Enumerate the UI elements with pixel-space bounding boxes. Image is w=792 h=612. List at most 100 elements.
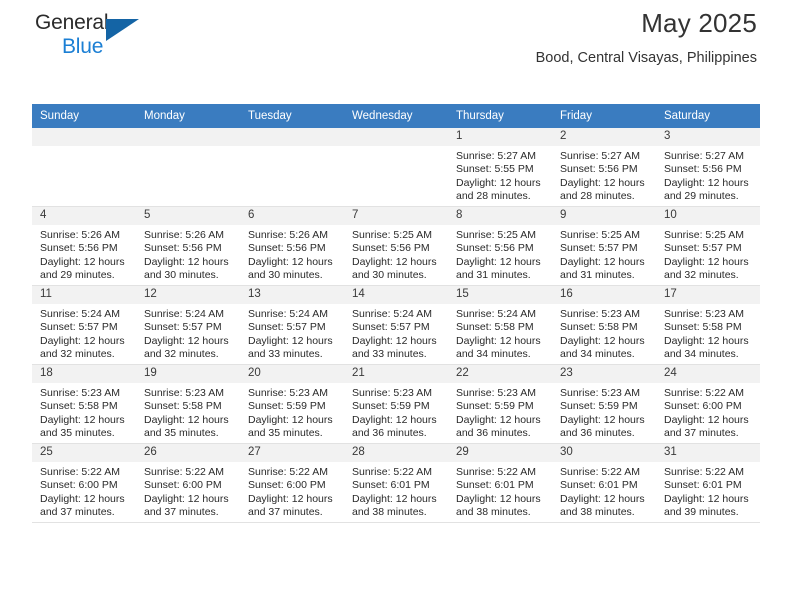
calendar-day-cell[interactable]: 29 Sunrise: 5:22 AM Sunset: 6:01 PM Dayligh… [448, 443, 552, 523]
day-cell-inner: 23 Sunrise: 5:23 AM Sunset: 5:59 PM Dayligh… [552, 365, 656, 443]
daylight-text-line2: and 28 minutes. [456, 190, 531, 203]
day-cell-inner: 27 Sunrise: 5:22 AM Sunset: 6:00 PM Dayligh… [240, 444, 344, 522]
sunset-text: Sunset: 5:58 PM [456, 321, 534, 334]
calendar-day-cell[interactable]: 2 Sunrise: 5:27 AM Sunset: 5:56 PM Daylight… [552, 128, 656, 207]
sunset-text: Sunset: 5:56 PM [144, 242, 222, 255]
calendar-day-cell[interactable]: 9 Sunrise: 5:25 AM Sunset: 5:57 PM Daylight… [552, 206, 656, 286]
day-number: 15 [448, 286, 552, 304]
calendar-day-cell[interactable]: 15 Sunrise: 5:24 AM Sunset: 5:58 PM Dayligh… [448, 285, 552, 365]
day-cell-inner: 15 Sunrise: 5:24 AM Sunset: 5:58 PM Dayligh… [448, 286, 552, 364]
daylight-text-line2: and 35 minutes. [144, 427, 219, 440]
calendar-day-cell[interactable]: 30 Sunrise: 5:22 AM Sunset: 6:01 PM Dayligh… [552, 443, 656, 523]
calendar-day-cell[interactable]: 20 Sunrise: 5:23 AM Sunset: 5:59 PM Dayligh… [240, 364, 344, 444]
sunset-text: Sunset: 5:57 PM [40, 321, 118, 334]
sunset-text: Sunset: 6:01 PM [352, 479, 430, 492]
day-info: Sunrise: 5:23 AM Sunset: 5:59 PM Daylight:… [552, 383, 656, 441]
calendar-day-cell[interactable]: 16 Sunrise: 5:23 AM Sunset: 5:58 PM Dayligh… [552, 285, 656, 365]
daylight-text-line1: Daylight: 12 hours [248, 255, 333, 268]
calendar-day-cell[interactable]: 3 Sunrise: 5:27 AM Sunset: 5:56 PM Daylight… [656, 128, 760, 207]
calendar-day-cell[interactable]: 26 Sunrise: 5:22 AM Sunset: 6:00 PM Dayligh… [136, 443, 240, 523]
daylight-text-line1: Daylight: 12 hours [456, 334, 541, 347]
day-info: Sunrise: 5:22 AM Sunset: 6:00 PM Daylight:… [136, 462, 240, 520]
brand-logo[interactable]: General Blue [35, 12, 175, 64]
calendar-day-cell[interactable]: 19 Sunrise: 5:23 AM Sunset: 5:58 PM Dayligh… [136, 364, 240, 444]
day-info: Sunrise: 5:25 AM Sunset: 5:57 PM Daylight:… [552, 225, 656, 283]
calendar-day-cell[interactable]: 7 Sunrise: 5:25 AM Sunset: 5:56 PM Daylight… [344, 206, 448, 286]
calendar-day-cell[interactable]: 22 Sunrise: 5:23 AM Sunset: 5:59 PM Dayligh… [448, 364, 552, 444]
daylight-text-line1: Daylight: 12 hours [144, 413, 229, 426]
daylight-text-line1: Daylight: 12 hours [664, 492, 749, 505]
daylight-text-line1: Daylight: 12 hours [352, 255, 437, 268]
calendar-day-cell[interactable]: 27 Sunrise: 5:22 AM Sunset: 6:00 PM Dayligh… [240, 443, 344, 523]
sunrise-text: Sunrise: 5:24 AM [40, 308, 120, 320]
calendar-day-cell[interactable]: 5 Sunrise: 5:26 AM Sunset: 5:56 PM Daylight… [136, 206, 240, 286]
day-cell-inner [344, 128, 448, 206]
calendar-day-cell[interactable]: 18 Sunrise: 5:23 AM Sunset: 5:58 PM Dayligh… [32, 364, 136, 444]
calendar-day-cell[interactable]: 17 Sunrise: 5:23 AM Sunset: 5:58 PM Dayligh… [656, 285, 760, 365]
day-info: Sunrise: 5:23 AM Sunset: 5:59 PM Daylight:… [344, 383, 448, 441]
calendar-page: General Blue May 2025 Bood, Central Visa… [0, 0, 792, 612]
calendar-day-cell[interactable]: 1 Sunrise: 5:27 AM Sunset: 5:55 PM Daylight… [448, 128, 552, 207]
sunset-text: Sunset: 5:56 PM [560, 163, 638, 176]
daylight-text-line1: Daylight: 12 hours [664, 334, 749, 347]
calendar-day-cell[interactable]: 6 Sunrise: 5:26 AM Sunset: 5:56 PM Daylight… [240, 206, 344, 286]
day-number: 11 [32, 286, 136, 304]
day-cell-inner: 31 Sunrise: 5:22 AM Sunset: 6:01 PM Dayligh… [656, 444, 760, 522]
day-cell-inner: 2 Sunrise: 5:27 AM Sunset: 5:56 PM Daylight… [552, 128, 656, 206]
sunset-text: Sunset: 5:59 PM [248, 400, 326, 413]
sunrise-text: Sunrise: 5:22 AM [248, 466, 328, 478]
day-number: 16 [552, 286, 656, 304]
calendar-day-cell[interactable]: 14 Sunrise: 5:24 AM Sunset: 5:57 PM Dayligh… [344, 285, 448, 365]
daylight-text-line1: Daylight: 12 hours [456, 492, 541, 505]
day-number: 6 [240, 207, 344, 225]
sunset-text: Sunset: 5:57 PM [144, 321, 222, 334]
sunrise-text: Sunrise: 5:23 AM [560, 308, 640, 320]
calendar-day-cell[interactable]: 23 Sunrise: 5:23 AM Sunset: 5:59 PM Dayligh… [552, 364, 656, 444]
calendar-day-cell[interactable]: 10 Sunrise: 5:25 AM Sunset: 5:57 PM Dayligh… [656, 206, 760, 286]
daylight-text-line1: Daylight: 12 hours [248, 334, 333, 347]
day-cell-inner: 5 Sunrise: 5:26 AM Sunset: 5:56 PM Daylight… [136, 207, 240, 285]
daylight-text-line2: and 33 minutes. [352, 348, 427, 361]
calendar-week-row: 11 Sunrise: 5:24 AM Sunset: 5:57 PM Dayligh… [32, 285, 760, 365]
daylight-text-line1: Daylight: 12 hours [40, 255, 125, 268]
sunrise-text: Sunrise: 5:25 AM [664, 229, 744, 241]
day-cell-inner [32, 128, 136, 206]
calendar-day-cell[interactable]: 12 Sunrise: 5:24 AM Sunset: 5:57 PM Dayligh… [136, 285, 240, 365]
calendar-week-row: 1 Sunrise: 5:27 AM Sunset: 5:55 PM Daylight… [32, 128, 760, 207]
daylight-text-line1: Daylight: 12 hours [352, 413, 437, 426]
sunset-text: Sunset: 6:01 PM [456, 479, 534, 492]
sunrise-text: Sunrise: 5:24 AM [248, 308, 328, 320]
calendar-day-cell[interactable]: 24 Sunrise: 5:22 AM Sunset: 6:00 PM Dayligh… [656, 364, 760, 444]
day-cell-inner: 25 Sunrise: 5:22 AM Sunset: 6:00 PM Dayligh… [32, 444, 136, 522]
calendar-day-cell[interactable]: 11 Sunrise: 5:24 AM Sunset: 5:57 PM Dayligh… [32, 285, 136, 365]
day-number: 4 [32, 207, 136, 225]
calendar-day-cell[interactable]: 25 Sunrise: 5:22 AM Sunset: 6:00 PM Dayligh… [32, 443, 136, 523]
day-cell-inner: 10 Sunrise: 5:25 AM Sunset: 5:57 PM Dayligh… [656, 207, 760, 285]
calendar-day-cell[interactable]: 31 Sunrise: 5:22 AM Sunset: 6:01 PM Dayligh… [656, 443, 760, 523]
brand-name-blue: Blue [62, 35, 104, 58]
day-info: Sunrise: 5:26 AM Sunset: 5:56 PM Daylight:… [32, 225, 136, 283]
daylight-text-line2: and 32 minutes. [40, 348, 115, 361]
calendar-day-cell[interactable]: 4 Sunrise: 5:26 AM Sunset: 5:56 PM Daylight… [32, 206, 136, 286]
sunrise-text: Sunrise: 5:24 AM [456, 308, 536, 320]
sunset-text: Sunset: 5:57 PM [248, 321, 326, 334]
sunset-text: Sunset: 5:56 PM [352, 242, 430, 255]
day-info: Sunrise: 5:22 AM Sunset: 6:00 PM Daylight:… [32, 462, 136, 520]
sunrise-text: Sunrise: 5:22 AM [560, 466, 640, 478]
calendar-day-cell[interactable]: 21 Sunrise: 5:23 AM Sunset: 5:59 PM Dayligh… [344, 364, 448, 444]
day-cell-inner: 3 Sunrise: 5:27 AM Sunset: 5:56 PM Daylight… [656, 128, 760, 206]
calendar-day-cell[interactable]: 8 Sunrise: 5:25 AM Sunset: 5:56 PM Daylight… [448, 206, 552, 286]
day-info: Sunrise: 5:22 AM Sunset: 6:01 PM Daylight:… [656, 462, 760, 520]
calendar-day-cell[interactable]: 13 Sunrise: 5:24 AM Sunset: 5:57 PM Dayligh… [240, 285, 344, 365]
sunrise-text: Sunrise: 5:22 AM [352, 466, 432, 478]
day-number: 25 [32, 444, 136, 462]
daylight-text-line2: and 29 minutes. [664, 190, 739, 203]
day-number: 22 [448, 365, 552, 383]
sunrise-text: Sunrise: 5:23 AM [560, 387, 640, 399]
day-cell-inner [136, 128, 240, 206]
calendar-day-cell[interactable]: 28 Sunrise: 5:22 AM Sunset: 6:01 PM Dayligh… [344, 443, 448, 523]
day-number: 28 [344, 444, 448, 462]
sunset-text: Sunset: 5:57 PM [560, 242, 638, 255]
daylight-text-line2: and 37 minutes. [248, 506, 323, 519]
daylight-text-line2: and 30 minutes. [144, 269, 219, 282]
